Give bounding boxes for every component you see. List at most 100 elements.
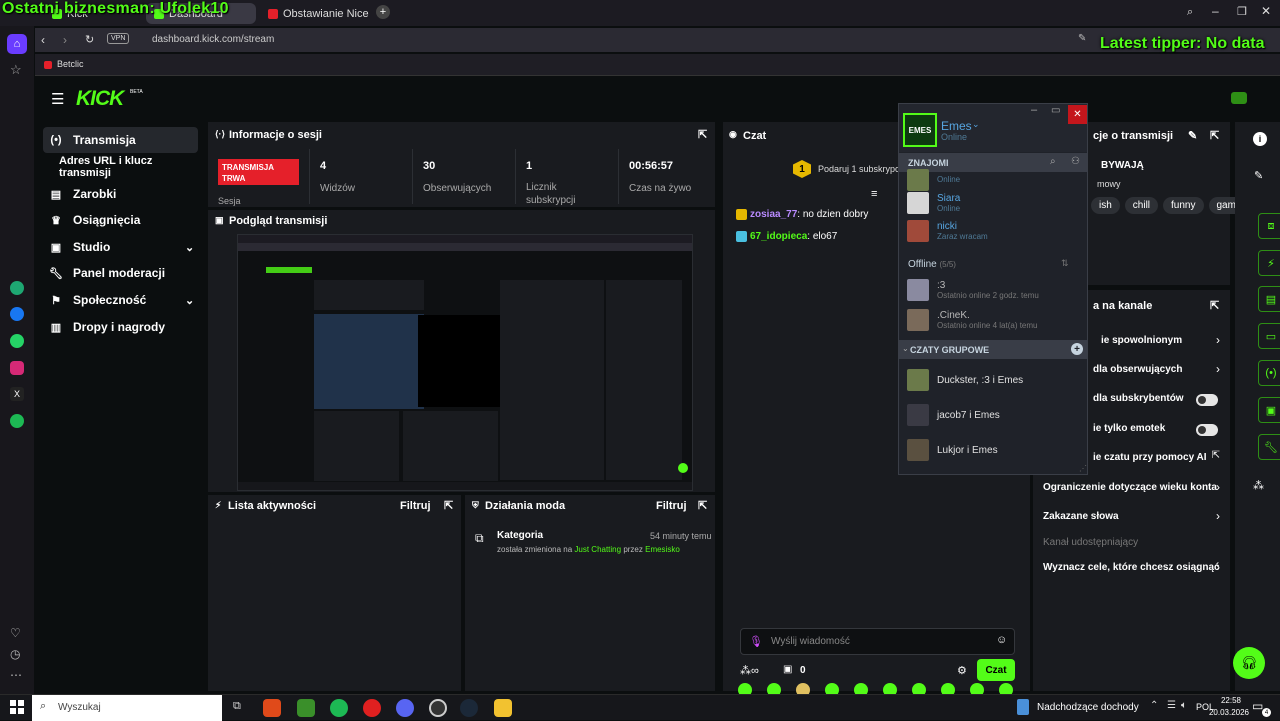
chevron-right-icon[interactable]: › (1216, 560, 1220, 574)
chevron-right-icon[interactable]: › (1216, 480, 1220, 494)
add-friend-icon[interactable]: ⚇ (1071, 156, 1080, 167)
group-chat-row[interactable]: Duckster, :3 i Emes (907, 368, 1023, 392)
steam-icon[interactable] (460, 699, 478, 717)
network-icon[interactable]: ☰ (1167, 700, 1176, 711)
friend-row[interactable]: nicki Zaraz wracam (907, 219, 988, 243)
popout-icon[interactable]: ⇱ (444, 499, 453, 512)
emote-only-toggle[interactable] (1196, 424, 1218, 436)
messenger-icon[interactable] (10, 307, 24, 321)
tool-button-chat[interactable]: ▭ (1258, 323, 1280, 349)
setting-banned-words[interactable]: Zakazane słowa (1043, 511, 1243, 522)
reload-icon[interactable]: ↻ (85, 33, 94, 46)
x-icon[interactable]: X (10, 387, 24, 401)
points-icon[interactable]: ⁂∞ (740, 664, 759, 677)
steam-username[interactable]: Emes (941, 119, 972, 133)
edit-icon[interactable]: ✎ (1078, 33, 1086, 44)
friend-row[interactable]: .CineK. Ostatnio online 4 lat(a) temu (907, 308, 1038, 332)
pencil-icon[interactable]: ✎ (1254, 169, 1263, 182)
friend-row[interactable]: Online (907, 168, 960, 192)
friend-row[interactable]: :3 Ostatnio online 2 godz. temu (907, 278, 1039, 302)
group-chat-row[interactable]: Lukjor i Emes (907, 438, 998, 462)
dots-icon[interactable]: ⁂ (1253, 479, 1264, 492)
new-tab-button[interactable]: + (376, 5, 390, 19)
mic-icon[interactable]: 🎙︎ (749, 635, 763, 648)
tool-button-wrench[interactable]: 🔧︎ (1258, 434, 1280, 460)
chat-send-button[interactable]: Czat (977, 659, 1015, 681)
maximize-icon[interactable]: ▭ (1051, 105, 1060, 116)
steam-close-button[interactable]: ✕ (1068, 105, 1087, 124)
file-explorer-icon[interactable] (494, 699, 512, 717)
minimize-icon[interactable]: – (1031, 104, 1037, 116)
friend-row[interactable]: Siara Online (907, 191, 960, 215)
tag-pill[interactable]: chill (1124, 197, 1159, 214)
nav-stream-key[interactable]: Adres URL i klucz transmisji (43, 154, 198, 180)
popout-icon[interactable]: ⇱ (698, 499, 707, 512)
more-icon[interactable]: ⋯ (10, 668, 22, 682)
mod-filter-button[interactable]: Filtruj (656, 500, 687, 512)
minimize-icon[interactable]: – (1212, 4, 1219, 18)
setting-account-age[interactable]: Ograniczenie dotyczące wieku konta (1043, 482, 1243, 493)
sort-icon[interactable]: ⇅ (1061, 258, 1069, 269)
external-link-icon[interactable]: ⇱ (1212, 450, 1220, 461)
nav-dropy[interactable]: ▥ Dropy i nagrody (43, 314, 198, 340)
heart-icon[interactable]: ♡ (10, 626, 21, 640)
opera-icon[interactable] (363, 699, 381, 717)
tab-betclic[interactable]: Obstawianie Nice - Paris S (260, 3, 372, 24)
subs-only-toggle[interactable] (1196, 394, 1218, 406)
steam-user-avatar[interactable]: EMES (903, 113, 937, 147)
nav-spolecznosc[interactable]: ⚑ Społeczność ⌄ (43, 287, 198, 313)
nav-zarobki[interactable]: ▤ Zarobki (43, 181, 198, 207)
spotify-icon[interactable] (330, 699, 348, 717)
popout-icon[interactable]: ⇱ (1210, 129, 1219, 142)
menu-icon[interactable]: ☰ (51, 90, 64, 108)
discord-icon[interactable] (396, 699, 414, 717)
windows-start-icon[interactable] (10, 700, 24, 714)
minecraft-icon[interactable] (297, 699, 315, 717)
tag-pill[interactable]: funny (1163, 197, 1204, 214)
spotify-icon[interactable] (10, 414, 24, 428)
forward-icon[interactable]: › (63, 33, 67, 47)
taskbar-app-icon[interactable] (263, 699, 281, 717)
clock-date[interactable]: 20.03.2026 (1204, 708, 1254, 717)
group-chat-row[interactable]: jacob7 i Emes (907, 403, 1000, 427)
vpn-badge[interactable]: VPN (107, 33, 130, 44)
tool-button-window[interactable]: ▣ (1258, 397, 1280, 423)
chevron-right-icon[interactable]: › (1216, 333, 1220, 347)
tool-button-bolt[interactable]: ⚡︎ (1258, 250, 1280, 276)
gift-sub-text[interactable]: Podaruj 1 subskrypcj (818, 164, 902, 174)
obs-icon[interactable] (429, 699, 447, 717)
star-icon[interactable]: ☆ (10, 62, 22, 78)
help-button[interactable]: 🎧︎ (1233, 647, 1265, 679)
activity-filter-button[interactable]: Filtruj (400, 500, 431, 512)
chevron-down-icon[interactable]: ⌄ (972, 119, 980, 130)
whatsapp-icon[interactable] (10, 334, 24, 348)
maximize-icon[interactable]: ❐ (1237, 5, 1247, 18)
emoji-icon[interactable]: ☺ (996, 634, 1007, 646)
tool-button-broadcast[interactable]: (•) (1258, 360, 1280, 386)
resize-grip-icon[interactable]: ⋰ (1079, 464, 1087, 473)
info-icon[interactable]: i (1253, 132, 1267, 146)
tag-pill[interactable]: ish (1091, 197, 1120, 214)
chatgpt-icon[interactable] (10, 281, 24, 295)
back-icon[interactable]: ‹ (41, 33, 45, 47)
popout-icon[interactable]: ⇱ (1210, 299, 1219, 312)
popout-icon[interactable]: ⇱ (698, 128, 707, 141)
task-view-icon[interactable]: ⧉ (233, 700, 241, 713)
taskbar-search[interactable]: ⌕ Wyszukaj (32, 695, 222, 721)
stream-preview-video[interactable] (237, 234, 693, 491)
home-icon[interactable]: ⌂ (7, 34, 27, 54)
setting-goals[interactable]: Wyznacz cele, które chcesz osiągnąć (1043, 562, 1243, 573)
kick-logo[interactable]: KICK (76, 87, 124, 111)
instagram-icon[interactable] (10, 361, 24, 375)
edit-icon[interactable]: ✎ (1188, 129, 1197, 142)
nav-osiagniecia[interactable]: ♛ Osiągnięcia (43, 207, 198, 233)
history-icon[interactable]: ◷ (10, 647, 20, 661)
url-field[interactable]: dashboard.kick.com/stream (152, 34, 274, 45)
search-icon[interactable]: ⌕ (1050, 156, 1056, 167)
tool-button-clip[interactable]: ⧈ (1258, 213, 1280, 239)
chevron-right-icon[interactable]: › (1216, 362, 1220, 376)
news-text[interactable]: Nadchodzące dochody (1037, 702, 1139, 713)
nav-transmisja[interactable]: (•) Transmisja (43, 127, 198, 153)
gear-icon[interactable]: ⚙ (957, 664, 967, 677)
chat-input[interactable]: 🎙︎ Wyślij wiadomość ☺ (740, 628, 1015, 655)
